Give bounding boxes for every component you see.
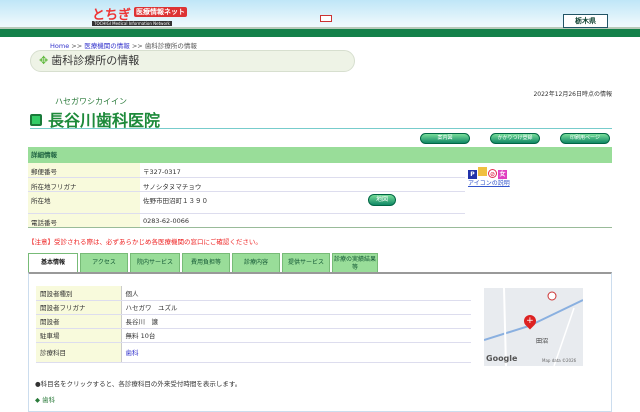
tab-access[interactable]: アクセス (80, 253, 128, 273)
table-row: 所在地フリガナ サノシタヌマチョウ (28, 177, 465, 192)
page-title: ✥ 歯科診療所の情報 (30, 50, 355, 72)
basic-info-table: 開設者種別 個人 開設者フリガナ ハセガワ ユズル 開設者 長谷川 譲 駐車場 無料 1… (36, 286, 471, 363)
print-button[interactable]: 印刷用ページ (560, 133, 610, 144)
site-logo[interactable]: とちぎ 医療情報ネット TOCHIGI Medical Information … (70, 2, 220, 32)
divider (28, 227, 612, 228)
tab-provided-services[interactable]: 提供サービス (282, 253, 330, 273)
table-row: 開設者種別 個人 (36, 286, 471, 301)
details-header: 詳細情報 (28, 147, 612, 163)
details-section: 詳細情報 郵便番号 〒327-0317 所在地フリガナ サノシタヌマチョウ 所在地佐… (28, 147, 612, 228)
tab-treatment[interactable]: 診療内容 (232, 253, 280, 273)
breadcrumb-current: 歯科診療所の情報 (144, 42, 197, 50)
clinic-name: 長谷川歯科医院 (30, 107, 612, 130)
table-row: 電話番号 0283-62-0066 (28, 213, 465, 228)
guide-map-button[interactable]: 案内図 (420, 133, 470, 144)
register-button[interactable]: かかりつけ登録 (490, 133, 540, 144)
breadcrumb-level1[interactable]: 医療機関の情報 (84, 42, 130, 50)
table-row: 駐車場 無料 10台 (36, 328, 471, 343)
icon-help-link[interactable]: アイコンの説明 (468, 178, 510, 187)
barrier-free-icon (478, 167, 487, 176)
table-row: 郵便番号 〒327-0317 (28, 163, 465, 178)
breadcrumb: Home >> 医療機関の情報 >> 歯科診療所の情報 (50, 42, 197, 50)
prefecture-logo[interactable]: 栃木県 (563, 14, 608, 28)
department-link[interactable]: 歯科 (126, 349, 139, 357)
as-of-date: 2022年12月26日時点の情報 (533, 91, 612, 98)
tab-basic[interactable]: 基本情報 (28, 253, 78, 273)
square-icon (30, 113, 42, 126)
tab-services[interactable]: 院内サービス (130, 253, 180, 273)
table-row: 診療科目 歯科 (36, 342, 471, 363)
table-row: 開設者 長谷川 譲 (36, 314, 471, 329)
google-logo: Google (486, 354, 518, 363)
map-thumbnail[interactable]: + 田沼 Google Map data ©2026 (484, 288, 583, 366)
details-table: 郵便番号 〒327-0317 所在地フリガナ サノシタヌマチョウ 所在地 佐野市田沼町… (28, 163, 465, 228)
map-button[interactable]: 地図 (368, 194, 396, 206)
department-heading: ◆ 歯科 (35, 396, 56, 404)
breadcrumb-home[interactable]: Home (50, 42, 69, 50)
tab-results[interactable]: 診療の実績結果等 (332, 253, 378, 273)
clinic-kana: ハセガワシカイイン (55, 97, 127, 106)
warning-text: 【注意】受診される際は、必ずあらかじめ各医療機関の窓口にご確認ください。 (28, 238, 262, 246)
no-smoking-icon: ⊘ (488, 169, 497, 178)
note-text: ●科目名をクリックすると、各診療科目の外来受付時間を表示します。 (35, 380, 242, 388)
table-row: 所在地 佐野市田沼町１３９０ (28, 191, 465, 214)
diamond-icon: ✥ (39, 54, 49, 67)
tab-costs[interactable]: 費用負担等 (182, 253, 230, 273)
ambulance-icon (320, 15, 332, 22)
tab-panel: 開設者種別 個人 開設者フリガナ ハセガワ ユズル 開設者 長谷川 譲 駐車場 無料 1… (28, 272, 612, 412)
table-row: 開設者フリガナ ハセガワ ユズル (36, 300, 471, 315)
